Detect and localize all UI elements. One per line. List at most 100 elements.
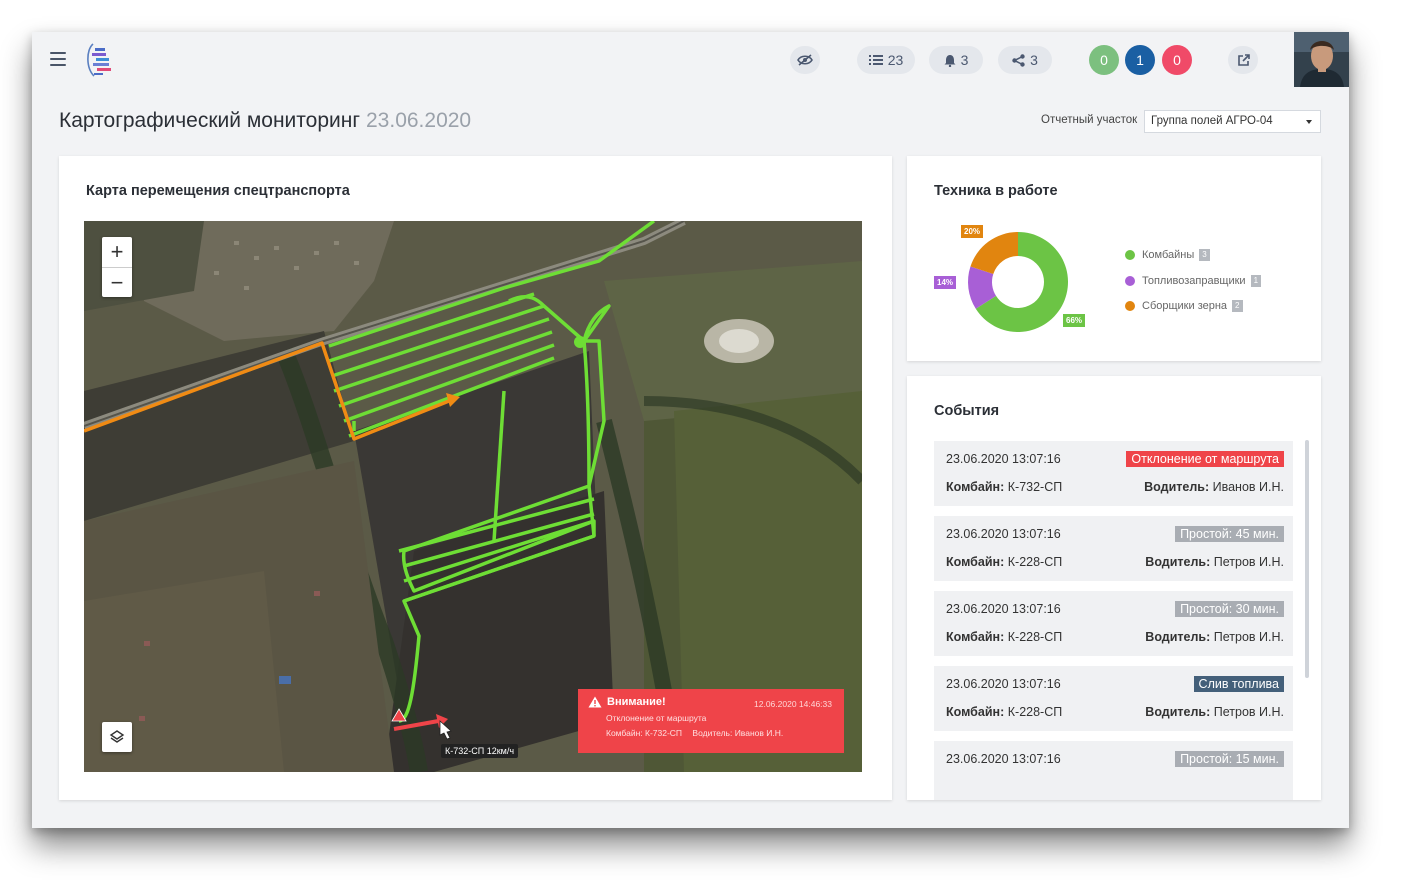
events-scrollbar[interactable] bbox=[1305, 440, 1309, 678]
list-button[interactable]: 23 bbox=[857, 46, 915, 74]
alert-title: Внимание! bbox=[607, 696, 666, 708]
event-item[interactable]: 23.06.2020 13:07:16 Простой: 15 мин. bbox=[934, 741, 1293, 800]
event-driver-label: Водитель: bbox=[1145, 705, 1211, 719]
zoom-out-button[interactable]: − bbox=[102, 267, 132, 297]
legend-label: Комбайны bbox=[1142, 249, 1195, 261]
event-driver: Водитель: Петров И.Н. bbox=[1145, 705, 1284, 719]
layers-button[interactable] bbox=[102, 722, 132, 752]
event-item[interactable]: 23.06.2020 13:07:16 Слив топлива Комбайн… bbox=[934, 666, 1293, 731]
eye-slash-icon bbox=[797, 54, 813, 66]
external-link-button[interactable] bbox=[1228, 46, 1258, 74]
chart-legend: Комбайны 3 Топливозаправщики 1 Сборщики … bbox=[1125, 248, 1262, 325]
legend-dot bbox=[1125, 301, 1135, 311]
event-vehicle-value: К-732-СП bbox=[1007, 480, 1063, 494]
zoom-in-button[interactable]: + bbox=[102, 237, 132, 267]
percent-label-orange: 20% bbox=[961, 225, 984, 238]
map-card: Карта перемещения спецтранспорта + − К-7… bbox=[59, 156, 892, 800]
list-count: 23 bbox=[887, 52, 904, 68]
legend-count: 3 bbox=[1199, 249, 1210, 261]
event-time: 23.06.2020 13:07:16 bbox=[946, 602, 1061, 616]
alert-details: Комбайн: К-732-СП Водитель: Иванов И.Н. bbox=[588, 728, 836, 738]
area-label: Отчетный участок bbox=[1041, 114, 1138, 126]
status-circle-green[interactable]: 0 bbox=[1089, 45, 1119, 75]
vehicle-label[interactable]: К-732-СП 12км/ч bbox=[441, 744, 519, 758]
page-date: 23.06.2020 bbox=[366, 109, 472, 132]
area-select-value: Группа полей АГРО-04 bbox=[1151, 115, 1273, 127]
events-card-title: События bbox=[934, 403, 1000, 419]
event-vehicle-label: Комбайн: bbox=[946, 630, 1005, 644]
legend-item-combines[interactable]: Комбайны 3 bbox=[1125, 248, 1261, 262]
events-card: События 23.06.2020 13:07:16 Отклонение о… bbox=[907, 376, 1321, 800]
legend-item-fuel-trucks[interactable]: Топливозаправщики 1 bbox=[1125, 274, 1262, 288]
event-vehicle-value: К-228-СП bbox=[1007, 555, 1063, 569]
area-select[interactable]: Группа полей АГРО-04 bbox=[1144, 110, 1321, 133]
share-count: 3 bbox=[1030, 52, 1038, 68]
event-driver-label: Водитель: bbox=[1145, 630, 1211, 644]
notifications-count: 3 bbox=[960, 52, 969, 68]
map-view[interactable]: + − К-732-СП 12км/ч Внимание! 12.06.2020… bbox=[84, 221, 862, 772]
legend-label: Топливозаправщики bbox=[1142, 274, 1246, 287]
event-driver: Водитель: Петров И.Н. bbox=[1145, 630, 1284, 644]
alert-time: 12.06.2020 14:46:33 bbox=[754, 699, 832, 709]
event-driver: Водитель: Петров И.Н. bbox=[1145, 555, 1284, 569]
event-time: 23.06.2020 13:07:16 bbox=[946, 752, 1061, 766]
legend-count: 2 bbox=[1232, 300, 1243, 312]
legend-dot bbox=[1125, 275, 1135, 286]
legend-item-grain-collectors[interactable]: Сборщики зерна 2 bbox=[1125, 299, 1261, 313]
layers-icon bbox=[109, 730, 125, 743]
event-driver: Водитель: Иванов И.Н. bbox=[1144, 480, 1284, 494]
percent-label-purple: 14% bbox=[934, 276, 957, 289]
equipment-card: Техника в работе 20% 14% 66% Комбайны 3 … bbox=[907, 156, 1321, 361]
event-vehicle-label: Комбайн: bbox=[946, 705, 1005, 719]
event-badge: Слив топлива bbox=[1193, 676, 1284, 692]
event-item[interactable]: 23.06.2020 13:07:16 Простой: 45 мин. Ком… bbox=[934, 516, 1293, 581]
zoom-control: + − bbox=[102, 237, 132, 297]
event-driver-value: Петров И.Н. bbox=[1213, 555, 1284, 569]
notifications-button[interactable]: 3 bbox=[929, 46, 983, 74]
page-title-text: Картографический мониторинг bbox=[59, 109, 360, 132]
share-icon bbox=[1012, 53, 1025, 67]
hamburger-menu-icon[interactable] bbox=[50, 52, 66, 66]
event-badge: Простой: 45 мин. bbox=[1175, 526, 1284, 542]
event-vehicle: Комбайн: К-228-СП bbox=[946, 555, 1062, 569]
event-driver-value: Петров И.Н. bbox=[1213, 630, 1284, 644]
page-title: Картографический мониторинг 23.06.2020 bbox=[59, 109, 471, 133]
percent-label-green: 66% bbox=[1063, 314, 1086, 327]
alert-popup[interactable]: Внимание! 12.06.2020 14:46:33 Отклонение… bbox=[578, 689, 844, 753]
event-item[interactable]: 23.06.2020 13:07:16 Простой: 30 мин. Ком… bbox=[934, 591, 1293, 656]
event-vehicle-label: Комбайн: bbox=[946, 480, 1005, 494]
event-vehicle: Комбайн: К-228-СП bbox=[946, 705, 1062, 719]
event-driver-value: Петров И.Н. bbox=[1213, 705, 1284, 719]
alert-message: Отклонение от маршрута bbox=[606, 713, 707, 723]
legend-dot bbox=[1125, 250, 1135, 260]
alert-driver: Водитель: Иванов И.Н. bbox=[692, 728, 784, 738]
event-time: 23.06.2020 13:07:16 bbox=[946, 452, 1061, 466]
event-driver-label: Водитель: bbox=[1144, 480, 1210, 494]
event-badge: Простой: 15 мин. bbox=[1175, 751, 1284, 767]
warning-icon bbox=[588, 696, 602, 708]
hide-toggle-button[interactable] bbox=[790, 46, 820, 74]
event-vehicle-value: К-228-СП bbox=[1007, 705, 1063, 719]
event-item[interactable]: 23.06.2020 13:07:16 Отклонение от маршру… bbox=[934, 441, 1293, 506]
map-card-title: Карта перемещения спецтранспорта bbox=[86, 183, 350, 199]
caret-down-icon bbox=[1306, 120, 1312, 124]
list-icon bbox=[868, 55, 883, 65]
user-avatar[interactable] bbox=[1294, 32, 1349, 87]
event-driver-value: Иванов И.Н. bbox=[1212, 480, 1284, 494]
status-circle-red[interactable]: 0 bbox=[1162, 45, 1192, 75]
event-driver-label: Водитель: bbox=[1145, 555, 1211, 569]
bell-icon bbox=[944, 54, 956, 67]
share-button[interactable]: 3 bbox=[998, 46, 1052, 74]
external-link-icon bbox=[1237, 53, 1250, 66]
alert-vehicle: Комбайн: К-732-СП bbox=[606, 728, 683, 738]
app-logo[interactable] bbox=[82, 40, 118, 80]
equipment-card-title: Техника в работе bbox=[934, 183, 1058, 199]
donut-slice-2[interactable] bbox=[970, 232, 1018, 274]
event-vehicle-label: Комбайн: bbox=[946, 555, 1005, 569]
event-time: 23.06.2020 13:07:16 bbox=[946, 527, 1061, 541]
event-badge: Простой: 30 мин. bbox=[1175, 601, 1284, 617]
app-window: 23 3 3 0 1 0 Картографический мониторинг… bbox=[32, 32, 1349, 828]
status-circle-blue[interactable]: 1 bbox=[1125, 45, 1155, 75]
event-vehicle-value: К-228-СП bbox=[1007, 630, 1063, 644]
event-badge: Отклонение от маршрута bbox=[1126, 451, 1284, 467]
